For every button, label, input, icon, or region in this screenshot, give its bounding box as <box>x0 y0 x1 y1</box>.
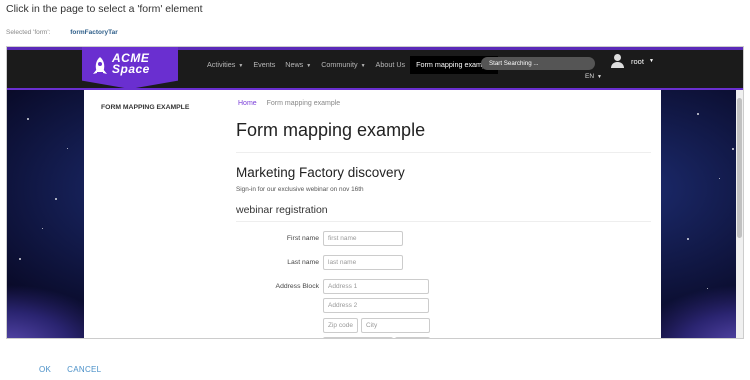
selected-form-row: Selected 'form': formFactoryTar <box>6 29 118 36</box>
caret-down-icon: ▼ <box>306 62 312 69</box>
caret-down-icon: ▼ <box>360 62 366 69</box>
ok-button[interactable]: OK <box>39 365 51 374</box>
last-name-label: Last name <box>287 259 319 266</box>
caret-down-icon: ▼ <box>597 74 602 80</box>
intro-text: Sign-in for our exclusive webinar on nov… <box>236 186 364 193</box>
zip-code-input[interactable]: Zip code <box>323 318 358 333</box>
cancel-button[interactable]: CANCEL <box>67 365 101 374</box>
city-input[interactable]: City <box>361 318 430 333</box>
dialog-instruction: Click in the page to select a 'form' ele… <box>6 3 203 15</box>
address-block-label: Address Block <box>275 283 319 290</box>
address-extra-input[interactable] <box>323 337 393 338</box>
page-content: FORM MAPPING EXAMPLE Home Form mapping e… <box>84 90 661 338</box>
rocket-icon <box>93 57 107 74</box>
nav-item-news[interactable]: News ▼ <box>280 56 316 75</box>
address-extra-input[interactable] <box>395 337 430 338</box>
caret-down-icon: ▼ <box>238 62 244 69</box>
acme-space-logo[interactable]: ACME Space <box>82 47 178 89</box>
user-menu[interactable]: root ▼ <box>611 54 654 68</box>
page-preview-frame[interactable]: ACME Space Activities ▼ Events News ▼ Comm… <box>6 46 744 339</box>
site-search-input[interactable]: Start Searching ... <box>481 57 595 70</box>
divider <box>236 221 651 222</box>
frame-scrollbar[interactable] <box>736 90 743 338</box>
caret-down-icon: ▼ <box>648 58 654 64</box>
logo-text: ACME Space <box>112 51 150 76</box>
main-nav: Activities ▼ Events News ▼ Community ▼ Abou… <box>202 56 498 74</box>
user-avatar-icon <box>611 54 624 68</box>
first-name-input[interactable]: first name <box>323 231 403 246</box>
selected-form-label: Selected 'form': <box>6 29 51 36</box>
breadcrumb-home-link[interactable]: Home <box>238 100 257 107</box>
divider <box>236 152 651 153</box>
nav-item-about-us[interactable]: About Us <box>371 56 411 74</box>
section-title: webinar registration <box>236 204 328 216</box>
site-header: ACME Space Activities ▼ Events News ▼ Comm… <box>7 47 743 89</box>
first-name-label: First name <box>286 235 319 242</box>
nav-item-events[interactable]: Events <box>248 56 280 74</box>
breadcrumb-current: Form mapping example <box>266 100 341 107</box>
address-1-input[interactable]: Address 1 <box>323 279 429 294</box>
side-title: FORM MAPPING EXAMPLE <box>101 104 190 111</box>
address-2-input[interactable]: Address 2 <box>323 298 429 313</box>
language-selector[interactable]: EN ▼ <box>585 73 602 80</box>
nav-item-community[interactable]: Community ▼ <box>316 56 370 75</box>
nav-item-activities[interactable]: Activities ▼ <box>202 56 248 75</box>
breadcrumb: Home Form mapping example <box>238 100 340 107</box>
page-title: Form mapping example <box>236 120 426 140</box>
user-name: root <box>631 56 644 66</box>
scroll-thumb[interactable] <box>737 98 742 238</box>
selected-form-value: formFactoryTar <box>70 29 118 36</box>
page-subtitle: Marketing Factory discovery <box>236 165 405 180</box>
last-name-input[interactable]: last name <box>323 255 403 270</box>
dialog-buttons: OK CANCEL <box>39 365 117 374</box>
